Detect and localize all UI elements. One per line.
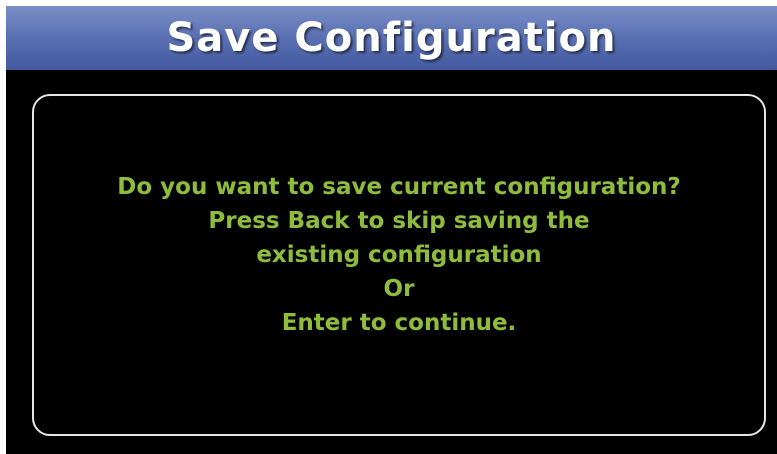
message-dialog: Do you want to save current configuratio… xyxy=(32,94,766,436)
page-title: Save Configuration xyxy=(166,15,617,61)
message-line-question: Do you want to save current configuratio… xyxy=(117,174,681,200)
screen: Save Configuration Do you want to save c… xyxy=(6,6,777,454)
message-line-or: Or xyxy=(383,276,415,302)
message-line-enter-instruction: Enter to continue. xyxy=(281,310,517,336)
message-line-back-instruction: Press Back to skip saving the xyxy=(208,208,590,234)
title-bar: Save Configuration xyxy=(6,6,777,70)
dialog-message: Do you want to save current configuratio… xyxy=(34,170,764,340)
message-line-existing-config: existing configuration xyxy=(256,242,542,268)
